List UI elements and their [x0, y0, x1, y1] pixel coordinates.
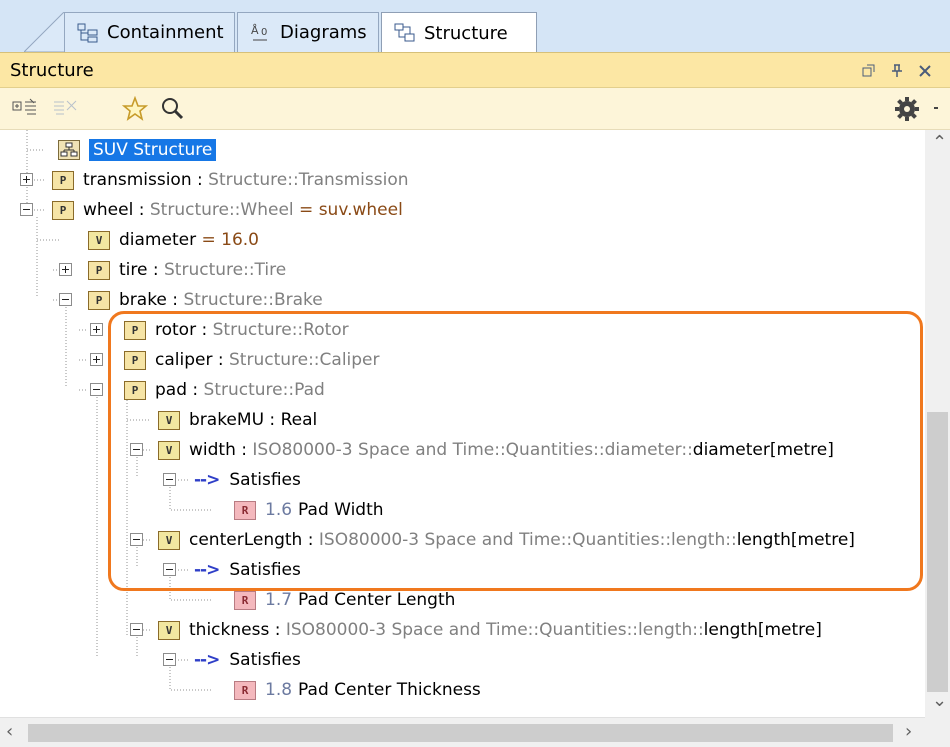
- property-name: transmission: [83, 170, 192, 190]
- search-icon[interactable]: [160, 96, 186, 122]
- collapse-toggle-pad[interactable]: [90, 383, 103, 396]
- type-separator: :: [147, 260, 165, 280]
- satisfy-relation-arrow-icon: -->: [194, 650, 220, 670]
- tree-node-requirement-pad-center-thickness[interactable]: R 1.8 Pad Center Thickness: [234, 675, 481, 705]
- tab-label: Diagrams: [280, 22, 367, 43]
- tree-node-label: SUV Structure: [89, 139, 217, 161]
- property-default-value: = suv.wheel: [293, 200, 403, 220]
- favorites-star-icon[interactable]: [121, 95, 149, 122]
- scroll-up-arrow-icon[interactable]: ⌃: [932, 132, 947, 153]
- type-separator: :: [133, 200, 150, 220]
- property-default-value: = 16.0: [196, 230, 259, 250]
- tree-node-tire[interactable]: P tire : Structure::Tire: [88, 255, 286, 285]
- property-name: diameter: [119, 230, 197, 250]
- collapse-toggle-thickness[interactable]: [130, 623, 143, 636]
- expand-all-icon[interactable]: [12, 96, 38, 122]
- type-separator: :: [269, 620, 286, 640]
- property-name: wheel: [83, 200, 134, 220]
- restore-icon[interactable]: [858, 60, 880, 82]
- tree-node-transmission[interactable]: P transmission : Structure::Transmission: [52, 165, 409, 195]
- expand-toggle-tire[interactable]: [59, 263, 72, 276]
- requirement-id: 1.8: [265, 680, 293, 700]
- tree-node-thickness[interactable]: V thickness : ISO80000-3 Space and Time:…: [158, 615, 822, 645]
- collapse-toggle-brake[interactable]: [59, 293, 72, 306]
- scroll-down-arrow-icon[interactable]: ⌄: [932, 690, 947, 711]
- relation-label: Satisfies: [229, 650, 301, 670]
- settings-gear-icon[interactable]: [894, 96, 942, 122]
- expand-toggle-rotor[interactable]: [90, 323, 103, 336]
- horizontal-scrollbar[interactable]: ‹ ›: [0, 717, 925, 747]
- part-property-icon: P: [52, 200, 74, 220]
- tab-label: Structure: [424, 22, 508, 44]
- property-type-path: ISO80000-3 Space and Time::Quantities::l…: [285, 620, 704, 640]
- containment-icon: [77, 22, 99, 44]
- property-name: thickness: [189, 620, 270, 640]
- collapse-all-icon[interactable]: [52, 96, 78, 122]
- diagrams-icon: Å0: [250, 22, 272, 44]
- property-type: Structure::Wheel: [149, 200, 294, 220]
- property-type: Structure::Brake: [183, 290, 323, 310]
- tab-strip: Containment Å0 Diagrams Structure: [0, 0, 950, 53]
- tree-node-diameter[interactable]: V diameter = 16.0: [88, 225, 259, 255]
- pin-icon[interactable]: [886, 60, 908, 82]
- vertical-scroll-thumb[interactable]: [927, 412, 948, 692]
- part-property-icon: P: [88, 290, 110, 310]
- scroll-left-arrow-icon[interactable]: ‹: [6, 721, 13, 742]
- tree-node-satisfies[interactable]: --> Satisfies: [194, 645, 301, 675]
- part-property-icon: P: [88, 260, 110, 280]
- value-property-icon: V: [88, 230, 110, 250]
- scroll-right-arrow-icon[interactable]: ›: [905, 721, 912, 742]
- type-separator: :: [191, 170, 209, 190]
- horizontal-scroll-thumb[interactable]: [28, 724, 893, 742]
- property-name: brake: [119, 290, 167, 310]
- vertical-scrollbar[interactable]: ⌃ ⌄: [925, 130, 950, 717]
- property-type: Structure::Transmission: [208, 170, 409, 190]
- close-icon[interactable]: [914, 60, 936, 82]
- tree-node-wheel[interactable]: P wheel : Structure::Wheel = suv.wheel: [52, 195, 403, 225]
- type-separator: :: [166, 290, 184, 310]
- requirement-icon: R: [234, 590, 256, 610]
- tab-label: Containment: [107, 22, 224, 43]
- collapse-toggle-thickness-satisfies[interactable]: [163, 653, 176, 666]
- property-name: tire: [119, 260, 148, 280]
- scrollbar-corner: [925, 717, 950, 747]
- tab-diagrams[interactable]: Å0 Diagrams: [237, 12, 379, 52]
- property-type: Structure::Tire: [164, 260, 287, 280]
- structure-diagram-icon: [58, 140, 80, 160]
- property-type-unit: length[metre]: [703, 620, 822, 640]
- tab-containment[interactable]: Containment: [64, 12, 235, 52]
- structure-icon: [394, 22, 416, 44]
- svg-text:0: 0: [261, 27, 267, 38]
- requirement-name: Pad Center Length: [298, 590, 456, 610]
- panel-header: Structure: [0, 52, 950, 88]
- tab-structure[interactable]: Structure: [381, 12, 537, 53]
- requirement-id: 1.7: [265, 590, 293, 610]
- panel-title: Structure: [10, 59, 94, 81]
- expand-toggle-caliper[interactable]: [90, 353, 103, 366]
- collapse-toggle-wheel[interactable]: [20, 203, 33, 216]
- highlight-annotation-box: [108, 311, 923, 591]
- svg-text:Å: Å: [251, 24, 259, 37]
- requirement-icon: R: [234, 680, 256, 700]
- tree-node-suv-structure[interactable]: SUV Structure: [58, 135, 217, 165]
- toolbar: [0, 88, 950, 130]
- part-property-icon: P: [52, 170, 74, 190]
- requirement-name: Pad Center Thickness: [298, 680, 481, 700]
- expand-toggle-transmission[interactable]: [20, 173, 33, 186]
- value-property-icon: V: [158, 620, 180, 640]
